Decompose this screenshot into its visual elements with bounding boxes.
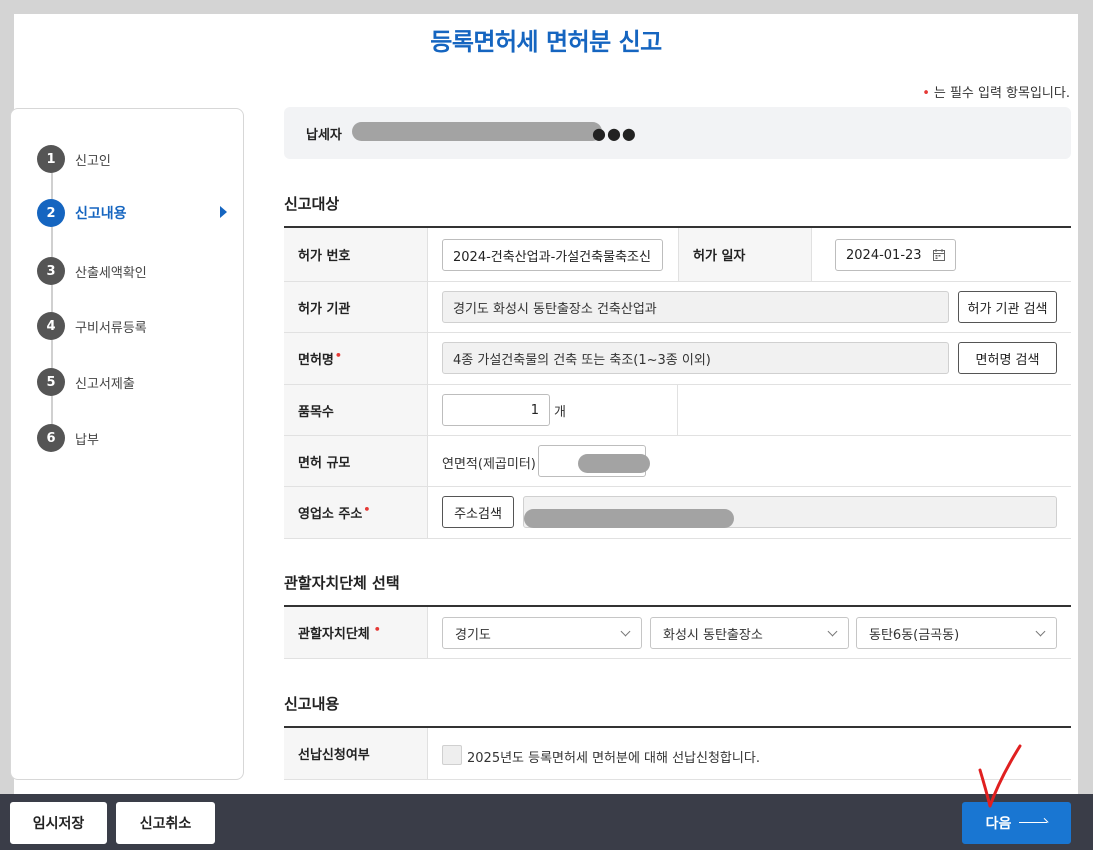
step-3[interactable]: 3 산출세액확인 bbox=[37, 256, 227, 286]
step-label: 산출세액확인 bbox=[75, 265, 147, 281]
red-checkmark-annotation bbox=[978, 744, 1022, 808]
step-number: 6 bbox=[37, 424, 65, 452]
next-button-label: 다음 bbox=[985, 816, 1012, 832]
step-5[interactable]: 5 신고서제출 bbox=[37, 367, 227, 397]
address-search-button[interactable]: 주소검색 bbox=[442, 496, 514, 528]
permit-date-label: 허가 일자 bbox=[678, 228, 812, 281]
step-number: 4 bbox=[37, 312, 65, 340]
scale-row: 면허 규모 연면적(제곱미터) bbox=[284, 436, 1071, 487]
agency-field[interactable]: 경기도 화성시 동탄출장소 건축산업과 bbox=[442, 291, 949, 323]
step-number: 1 bbox=[37, 145, 65, 173]
taxpayer-masked-suffix: ●●● bbox=[592, 124, 637, 143]
license-name-row: 면허명 • 4종 가설건축물의 건축 또는 축조(1~3종 이외) 면허명 검색 bbox=[284, 333, 1071, 385]
temp-save-button[interactable]: 임시저장 bbox=[10, 802, 107, 844]
agency-search-button[interactable]: 허가 기관 검색 bbox=[958, 291, 1057, 323]
address-label: 영업소 주소 • bbox=[284, 487, 428, 538]
step-2-current[interactable]: 2 신고내용 bbox=[37, 198, 227, 228]
required-mark: • bbox=[334, 349, 342, 362]
step-sidebar: 1 신고인 2 신고내용 3 산출세액확인 4 구비서류등록 5 신고서제출 6… bbox=[10, 108, 244, 780]
prepay-row: 선납신청여부 2025년도 등록면허세 면허분에 대해 선납신청합니다. bbox=[284, 728, 1071, 780]
taxpayer-label: 납세자 bbox=[306, 128, 342, 143]
jurisdiction-label-text: 관할자치단체 bbox=[298, 627, 370, 642]
cell-divider bbox=[677, 385, 678, 435]
step-number: 3 bbox=[37, 257, 65, 285]
calendar-icon[interactable] bbox=[933, 249, 945, 261]
address-label-text: 영업소 주소 bbox=[298, 507, 363, 522]
license-name-field[interactable]: 4종 가설건축물의 건축 또는 축조(1~3종 이외) bbox=[442, 342, 949, 374]
required-mark: • bbox=[373, 623, 381, 636]
step-label: 납부 bbox=[75, 432, 99, 448]
permit-number-label: 허가 번호 bbox=[284, 228, 428, 281]
prepay-checkbox[interactable] bbox=[442, 745, 462, 765]
step-1[interactable]: 1 신고인 bbox=[37, 144, 227, 174]
scale-label: 면허 규모 bbox=[284, 436, 428, 486]
item-count-input[interactable]: 1 bbox=[442, 394, 550, 426]
agency-row: 허가 기관 경기도 화성시 동탄출장소 건축산업과 허가 기관 검색 bbox=[284, 282, 1071, 333]
district-value: 동탄6동(금곡동) bbox=[869, 627, 960, 643]
scale-sub-label: 연면적(제곱미터) bbox=[442, 457, 536, 472]
item-count-label: 품목수 bbox=[284, 385, 428, 435]
chevron-down-icon bbox=[1035, 626, 1046, 637]
step-label: 구비서류등록 bbox=[75, 320, 147, 336]
item-count-row: 품목수 1 개 bbox=[284, 385, 1071, 436]
content-table: 선납신청여부 2025년도 등록면허세 면허분에 대해 선납신청합니다. bbox=[284, 726, 1071, 780]
arrow-right-icon bbox=[1019, 821, 1048, 823]
target-table: 허가 번호 2024-건축산업과-가설건축물축조신 허가 일자 2024-01-… bbox=[284, 226, 1071, 539]
current-step-arrow-icon bbox=[220, 206, 227, 218]
permit-date-field[interactable]: 2024-01-23 bbox=[835, 239, 956, 271]
jurisdiction-label: 관할자치단체 • bbox=[284, 607, 428, 658]
chevron-down-icon bbox=[827, 626, 838, 637]
required-note: • 는 필수 입력 항목입니다. bbox=[922, 82, 1070, 101]
step-number: 2 bbox=[37, 199, 65, 227]
chevron-down-icon bbox=[620, 626, 631, 637]
redacted-address bbox=[524, 509, 734, 528]
permit-number-field[interactable]: 2024-건축산업과-가설건축물축조신 bbox=[442, 239, 663, 271]
prepay-label: 선납신청여부 bbox=[284, 728, 428, 779]
permit-date-value: 2024-01-23 bbox=[846, 247, 922, 263]
step-label: 신고내용 bbox=[75, 206, 127, 222]
required-mark: • bbox=[363, 503, 371, 516]
license-name-label-text: 면허명 bbox=[298, 353, 334, 368]
province-select[interactable]: 경기도 bbox=[442, 617, 642, 649]
step-4[interactable]: 4 구비서류등록 bbox=[37, 311, 227, 341]
agency-label: 허가 기관 bbox=[284, 282, 428, 332]
item-count-unit: 개 bbox=[554, 405, 566, 420]
city-select[interactable]: 화성시 동탄출장소 bbox=[650, 617, 849, 649]
permit-row: 허가 번호 2024-건축산업과-가설건축물축조신 허가 일자 2024-01-… bbox=[284, 228, 1071, 282]
address-row: 영업소 주소 • 주소검색 bbox=[284, 487, 1071, 539]
redacted-area-value bbox=[578, 454, 650, 473]
section-title-jurisdiction: 관할자치단체 선택 bbox=[284, 574, 400, 592]
license-name-label: 면허명 • bbox=[284, 333, 428, 384]
required-note-text: 는 필수 입력 항목입니다. bbox=[933, 86, 1070, 101]
step-number: 5 bbox=[37, 368, 65, 396]
section-title-target: 신고대상 bbox=[284, 195, 340, 213]
required-dot: • bbox=[922, 86, 930, 101]
jurisdiction-table: 관할자치단체 • 경기도 화성시 동탄출장소 동탄6동(금곡동) bbox=[284, 605, 1071, 659]
district-select[interactable]: 동탄6동(금곡동) bbox=[856, 617, 1057, 649]
step-label: 신고인 bbox=[75, 153, 111, 169]
page-title: 등록면허세 면허분 신고 bbox=[430, 28, 662, 56]
taxpayer-box: 납세자 bbox=[284, 107, 1071, 159]
province-value: 경기도 bbox=[455, 627, 491, 643]
step-label: 신고서제출 bbox=[75, 376, 135, 392]
license-name-search-button[interactable]: 면허명 검색 bbox=[958, 342, 1057, 374]
prepay-text: 2025년도 등록면허세 면허분에 대해 선납신청합니다. bbox=[467, 751, 760, 766]
step-6[interactable]: 6 납부 bbox=[37, 423, 227, 453]
cancel-report-button[interactable]: 신고취소 bbox=[116, 802, 215, 844]
footer-bar: 임시저장 신고취소 다음 bbox=[0, 794, 1093, 850]
section-title-content: 신고내용 bbox=[284, 695, 340, 713]
redacted-taxpayer-name bbox=[352, 122, 602, 141]
city-value: 화성시 동탄출장소 bbox=[663, 627, 763, 643]
jurisdiction-row: 관할자치단체 • 경기도 화성시 동탄출장소 동탄6동(금곡동) bbox=[284, 607, 1071, 659]
